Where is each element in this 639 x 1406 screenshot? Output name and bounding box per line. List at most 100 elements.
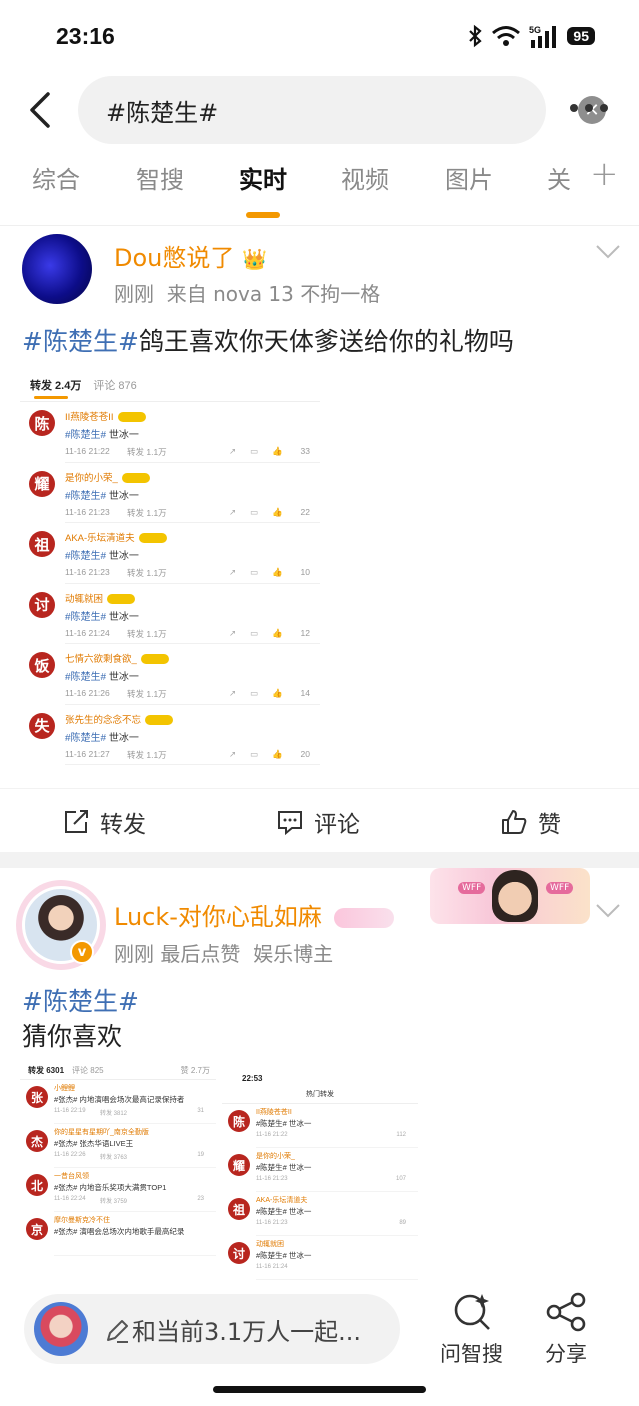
avatar bbox=[34, 1302, 88, 1356]
repost-avatar: 祖 bbox=[228, 1198, 250, 1220]
repost-likes: 19 bbox=[197, 1152, 204, 1158]
repost-footer: 11-16 22:19 转发 3812 31 bbox=[54, 1108, 204, 1117]
post-image[interactable]: 转发 2.4万 评论 876 陈 II燕陵苍苍II #陈楚生# 世冰一 11-16 2… bbox=[20, 368, 320, 768]
like-button[interactable]: 赞 bbox=[500, 805, 561, 839]
hashtag-link[interactable]: #陈楚生# bbox=[22, 327, 139, 356]
repost-footer: 11-16 21:23 107 bbox=[256, 1176, 406, 1182]
repost-action-icons: ↗▭👍 bbox=[229, 567, 297, 577]
repost-time: 11-16 21:23 bbox=[256, 1176, 288, 1182]
vip-badge-icon bbox=[121, 472, 150, 483]
repost-avatar: 陈 bbox=[29, 410, 55, 436]
repost-likes: 22 bbox=[300, 506, 310, 517]
repost-likes: 33 bbox=[300, 446, 310, 456]
repost-hashtag: #陈楚生# bbox=[65, 551, 107, 562]
repost-author-name: 张先生的念念不忘 bbox=[65, 714, 142, 726]
image-likes-count: 赞 2.7万 bbox=[180, 1066, 210, 1075]
home-indicator[interactable] bbox=[213, 1386, 426, 1393]
hashtag-link[interactable]: #陈楚生# bbox=[22, 982, 139, 1018]
repost-author: 是你的小荣_ bbox=[65, 470, 150, 484]
repost-likes: 14 bbox=[300, 688, 310, 698]
share-button[interactable]: 分享 bbox=[544, 1292, 588, 1368]
ask-smart-search-button[interactable]: 问智搜 bbox=[440, 1292, 503, 1368]
repost-author-name: 小鲤鲤 bbox=[54, 1085, 75, 1092]
ask-label: 问智搜 bbox=[440, 1342, 503, 1366]
search-input[interactable]: #陈楚生# ✕ bbox=[78, 76, 606, 144]
image-repost-header: 转发 6301 评论 825 赞 2.7万 bbox=[20, 1062, 216, 1080]
member-badge-icon bbox=[333, 908, 394, 928]
tab-images[interactable]: 图片 bbox=[445, 160, 493, 195]
repost-action-icons: ↗▭👍 bbox=[229, 627, 297, 638]
repost-avatar: 陈 bbox=[228, 1110, 250, 1132]
repost-avatar: 失 bbox=[29, 712, 55, 739]
post-image[interactable]: 22:53 热门转发 陈 II燕陵苍苍II #陈楚生# 世冰一 11-16 21:22… bbox=[222, 1070, 418, 1280]
tab-comprehensive[interactable]: 综合 bbox=[32, 160, 80, 195]
bluetooth-icon bbox=[469, 24, 483, 48]
author-name[interactable]: Luck-对你心乱如麻 bbox=[114, 903, 322, 931]
repost-row: 祖 AKA-乐坛清道夫 #陈楚生# 世冰一 11-16 21:23 89 bbox=[228, 1192, 418, 1236]
repost-avatar: 耀 bbox=[29, 470, 55, 497]
avatar[interactable] bbox=[22, 234, 92, 304]
repost-row: 饭七情六欲剩食欲_ #陈楚生# 世冰一 11-16 21:26 转发 1.1万 ↗▭👍 1… bbox=[29, 644, 320, 705]
author-name[interactable]: Dou憋说了 bbox=[114, 244, 234, 272]
post-source: 来自 nova 13 不拘一格 bbox=[166, 282, 381, 306]
repost-hashtag: #陈楚生# bbox=[65, 430, 107, 441]
repost-avatar: 饭 bbox=[29, 652, 55, 678]
post-meta: 刚刚 最后点赞 娱乐博主 bbox=[114, 938, 333, 967]
chevron-down-icon[interactable] bbox=[596, 904, 620, 918]
decoration-card: WFF WFF bbox=[430, 868, 590, 924]
post-meta: 刚刚 来自 nova 13 不拘一格 bbox=[114, 278, 380, 307]
post-author[interactable]: Dou憋说了 👑 bbox=[114, 238, 267, 273]
repost-time: 11-16 22:19 bbox=[54, 1108, 86, 1114]
repost-row: 讨动辄就困 #陈楚生# 世冰一 11-16 21:24 转发 1.1万 ↗▭👍 12 bbox=[29, 584, 320, 644]
repost-footer: 11-16 21:26 转发 1.1万 ↗▭👍 14 bbox=[65, 688, 310, 699]
repost-author: 动辄就困 bbox=[65, 591, 136, 605]
decoration-label: WFF bbox=[458, 882, 486, 894]
repost-avatar: 京 bbox=[26, 1218, 48, 1240]
comment-input[interactable]: 和当前3.1万人一起... bbox=[24, 1294, 400, 1364]
repost-body: 世冰一 bbox=[106, 732, 139, 744]
repost-hashtag: #陈楚生# bbox=[65, 490, 107, 502]
image-comments-count: 评论 825 bbox=[72, 1066, 104, 1075]
repost-count: 转发 3763 bbox=[100, 1155, 128, 1161]
vip-badge-icon bbox=[117, 412, 146, 423]
image-tab-indicator bbox=[34, 396, 68, 399]
repost-row: 京摩尔曼斯克冷不住 #张杰# 演唱会总场次内地歌手最高纪录 bbox=[26, 1212, 216, 1256]
repost-time: 11-16 21:24 bbox=[65, 627, 110, 638]
repost-text: #张杰# 演唱会总场次内地歌手最高纪录 bbox=[54, 1227, 185, 1236]
add-tab-icon[interactable]: + bbox=[590, 154, 619, 194]
repost-row: 杰你的星星有星期吖_南京全勤版 #张杰# 张杰华语LIVE王 11-16 22:26… bbox=[26, 1124, 216, 1168]
post-separator bbox=[0, 852, 639, 868]
battery-indicator: 95 bbox=[567, 27, 595, 45]
svg-text:5G: 5G bbox=[529, 25, 541, 35]
repost-button[interactable]: 转发 bbox=[62, 805, 146, 839]
repost-text: #陈楚生# 世冰一 bbox=[256, 1251, 312, 1260]
repost-time: 11-16 21:23 bbox=[256, 1220, 288, 1226]
chevron-down-icon[interactable] bbox=[596, 245, 620, 259]
repost-count: 转发 1.1万 bbox=[127, 568, 167, 578]
post-image[interactable]: 转发 6301 评论 825 赞 2.7万 张小鲤鲤 #张杰# 内地演唱会场次最高… bbox=[20, 1062, 216, 1262]
back-button[interactable] bbox=[26, 92, 56, 128]
repost-author-name: 动辄就困 bbox=[256, 1241, 284, 1248]
repost-footer: 11-16 22:26 转发 3763 19 bbox=[54, 1152, 204, 1161]
tab-follow[interactable]: 关 bbox=[547, 160, 571, 195]
post-time: 刚刚 bbox=[114, 282, 154, 306]
repost-text: #陈楚生# 世冰一 bbox=[256, 1207, 312, 1216]
tab-smart-search[interactable]: 智搜 bbox=[136, 160, 184, 195]
crown-icon: 👑 bbox=[242, 247, 267, 271]
repost-avatar: 讨 bbox=[29, 591, 55, 618]
post-author[interactable]: Luck-对你心乱如麻 bbox=[114, 897, 394, 932]
repost-avatar: 张 bbox=[26, 1086, 48, 1108]
repost-author-name: 七情六欲剩食欲_ bbox=[65, 654, 137, 665]
repost-time: 11-16 22:26 bbox=[54, 1152, 86, 1158]
tab-realtime[interactable]: 实时 bbox=[239, 160, 287, 195]
wifi-icon bbox=[492, 26, 521, 46]
comment-button[interactable]: 评论 bbox=[276, 805, 360, 839]
more-options-button[interactable] bbox=[570, 104, 608, 112]
repost-text: #陈楚生# 世冰一 bbox=[65, 668, 139, 683]
tab-video[interactable]: 视频 bbox=[341, 160, 389, 195]
repost-time: 11-16 21:22 bbox=[65, 446, 110, 456]
vip-badge-icon bbox=[140, 654, 169, 665]
repost-row: 陈 II燕陵苍苍II #陈楚生# 世冰一 11-16 21:22 转发 1.1万 ↗▭👍 3… bbox=[29, 402, 320, 463]
image-title-text: 热门转发 bbox=[306, 1091, 334, 1098]
status-time: 23:16 bbox=[56, 22, 115, 49]
